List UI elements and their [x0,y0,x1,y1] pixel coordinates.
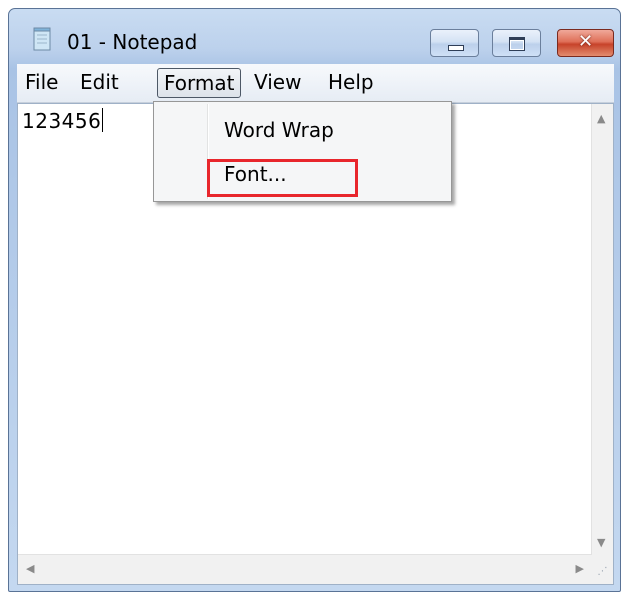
minimize-button[interactable] [430,29,479,57]
minimize-icon [448,45,464,51]
horizontal-scrollbar[interactable]: ◀ ▶ [18,554,592,584]
menu-file[interactable]: File [19,68,64,98]
menu-edit[interactable]: Edit [74,68,125,98]
menu-help[interactable]: Help [322,68,380,98]
menu-item-word-wrap[interactable]: Word Wrap [224,118,334,142]
maximize-button[interactable] [492,29,541,57]
menu-view[interactable]: View [248,68,307,98]
menu-format[interactable]: Format [157,68,242,98]
editor-content: 123456 [22,109,102,133]
maximize-icon [509,37,525,51]
notepad-window: 01 - Notepad ✕ File Edit Format View Hel… [8,8,621,592]
title-bar[interactable]: 01 - Notepad ✕ [9,9,620,63]
close-icon: ✕ [577,31,594,52]
text-caret [102,108,104,132]
menu-bar: File Edit Format View Help [17,64,614,103]
vertical-scrollbar[interactable]: ▲ ▼ [591,104,613,555]
scroll-left-icon[interactable]: ◀ [26,562,34,575]
format-menu-dropdown: Word Wrap Font... [153,101,452,202]
font-highlight-box [207,159,358,197]
size-grip-icon[interactable]: ⋰ [592,555,613,584]
notepad-icon [33,27,51,51]
close-button[interactable]: ✕ [557,29,614,57]
scroll-down-icon[interactable]: ▼ [597,536,605,549]
window-title: 01 - Notepad [67,30,198,54]
scroll-right-icon[interactable]: ▶ [576,562,584,575]
editor-text[interactable]: 123456 [22,108,104,133]
scroll-up-icon[interactable]: ▲ [597,112,605,125]
